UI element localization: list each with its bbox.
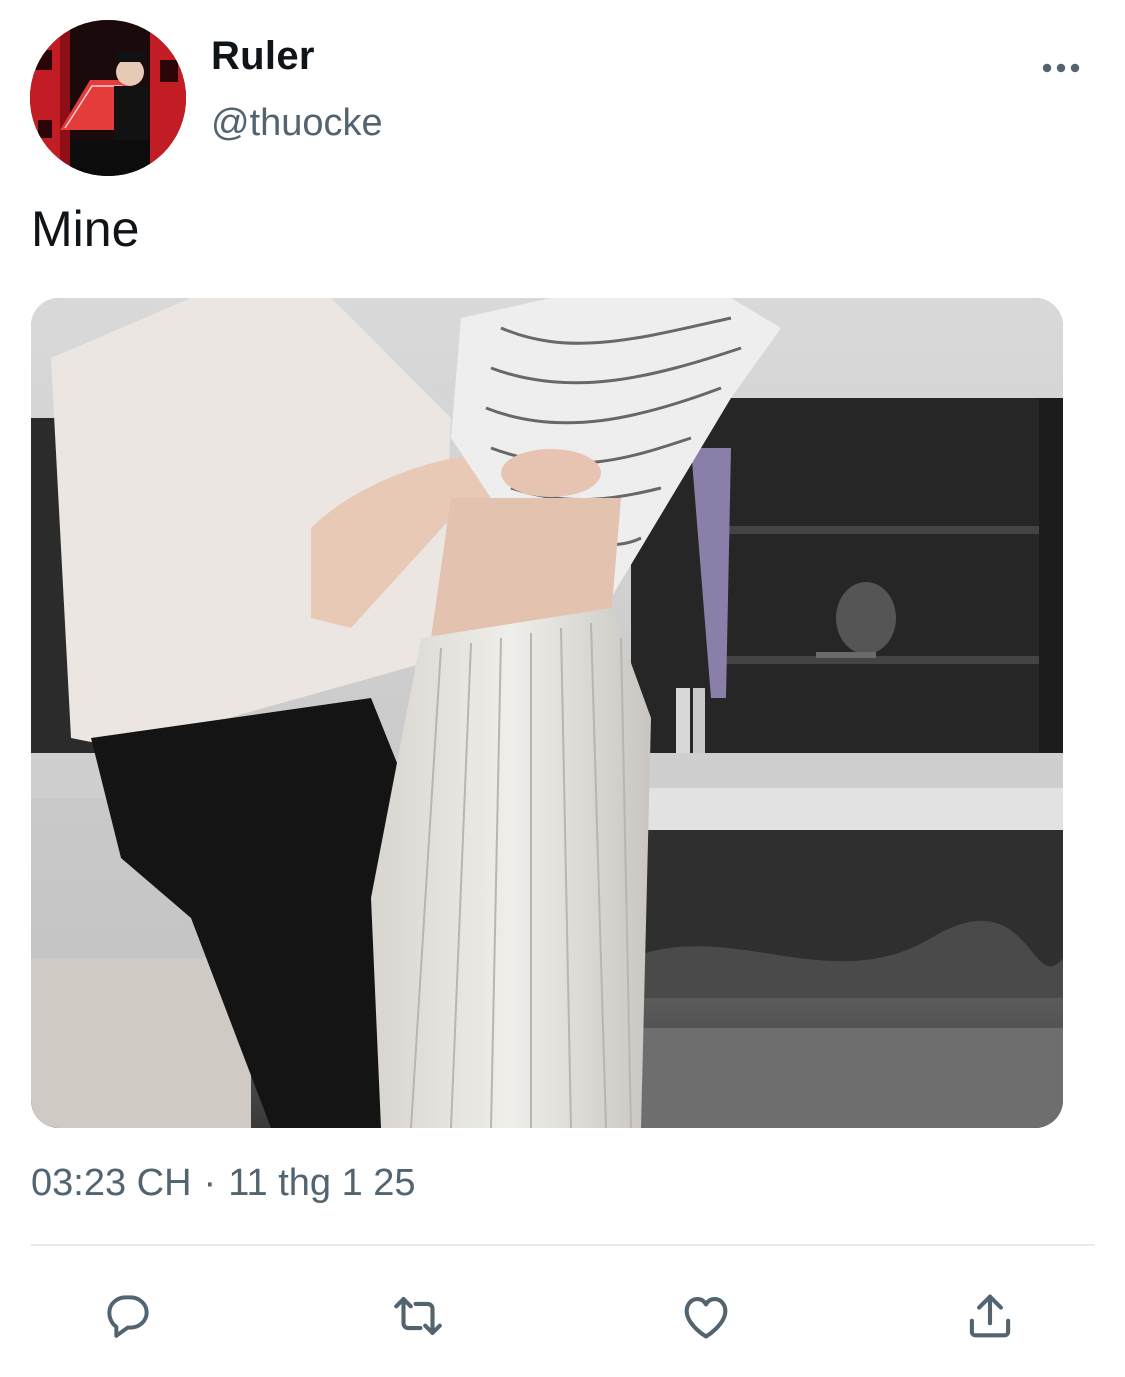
share-button[interactable] (960, 1288, 1020, 1348)
retweet-button[interactable] (388, 1288, 448, 1348)
tweet-photo[interactable] (31, 298, 1063, 1128)
heart-icon (677, 1287, 735, 1350)
tweet-date[interactable]: 11 thg 1 25 (228, 1162, 415, 1205)
tweet-timestamp: 03:23 CH · 11 thg 1 25 (31, 1162, 416, 1205)
share-icon (961, 1287, 1019, 1350)
more-horizontal-icon (1041, 61, 1081, 79)
avatar[interactable] (30, 20, 186, 176)
like-button[interactable] (676, 1288, 736, 1348)
user-handle[interactable]: @thuocke (211, 102, 383, 145)
divider (31, 1244, 1095, 1246)
tweet-text: Mine (31, 201, 140, 257)
reply-icon (100, 1288, 156, 1349)
display-name[interactable]: Ruler (211, 34, 315, 79)
retweet-icon (389, 1287, 447, 1350)
more-options-button[interactable] (1036, 50, 1086, 90)
timestamp-separator: · (203, 1162, 217, 1204)
reply-button[interactable] (98, 1288, 158, 1348)
tweet-time[interactable]: 03:23 CH (31, 1162, 192, 1205)
